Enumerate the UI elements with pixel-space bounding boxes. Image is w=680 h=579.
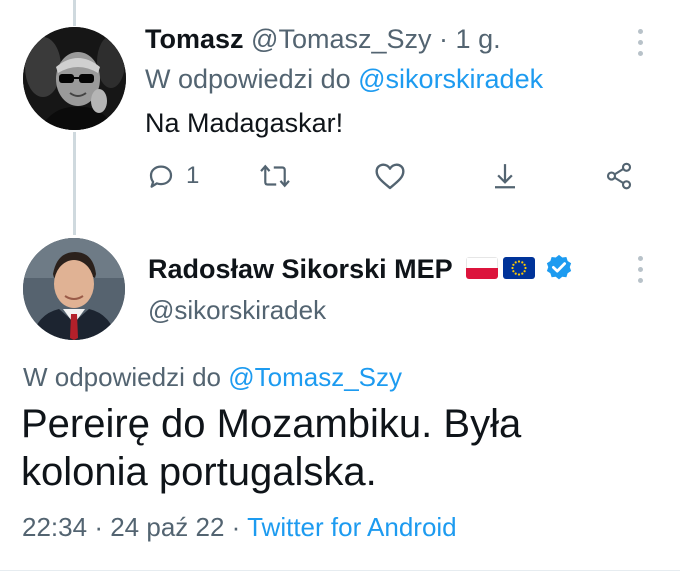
separator: · [231,512,241,542]
tweet-time[interactable]: 22:34 [22,512,87,542]
reply-count: 1 [186,162,200,189]
tweet-source-link[interactable]: Twitter for Android [247,512,457,542]
reply-target-link[interactable]: @sikorskiradek [358,64,543,94]
tweet-time[interactable]: 1 g. [456,24,501,54]
reply-prefix: W odpowiedzi do [145,64,351,94]
reply-tweet-header: Tomasz @Tomasz_Szy · 1 g. [145,24,501,55]
author-name[interactable]: Radosław Sikorski MEP [148,254,453,285]
avatar-photo-icon [23,27,126,130]
separator: · [439,24,449,54]
flag-poland-icon [466,257,498,279]
tweet-text: Pereirę do Mozambiku. Była kolonia portu… [21,400,661,496]
thread-line-top [73,0,76,26]
thread-line-connector [73,132,76,235]
tweet-metadata: 22:34 · 24 paź 22 · Twitter for Android [22,512,457,543]
reply-target-link[interactable]: @Tomasz_Szy [228,362,402,392]
tweet-text: Na Madagaskar! [145,108,344,138]
retweet-button[interactable] [258,160,292,192]
verified-icon[interactable] [544,253,574,288]
reply-button[interactable]: 1 [146,160,199,192]
reply-context: W odpowiedzi do @Tomasz_Szy [23,362,402,393]
separator: · [94,512,103,542]
share-button[interactable] [604,160,634,192]
share-icon [606,162,632,190]
tweet-text-line: Pereirę do Mozambiku. Była [21,402,522,446]
tweet-date[interactable]: 24 paź 22 [110,512,224,542]
more-options-icon[interactable] [636,256,644,283]
reply-icon [149,165,173,188]
bookmark-icon [495,164,515,189]
reply-context: W odpowiedzi do @sikorskiradek [145,64,543,95]
avatar-tomasz[interactable] [23,27,126,130]
divider [0,570,680,571]
tweet-text-line: kolonia portugalska. [21,450,377,494]
bookmark-button[interactable] [490,160,520,192]
avatar-sikorski[interactable] [23,238,125,340]
avatar-photo-icon [23,238,125,340]
like-button[interactable] [374,160,406,192]
author-handle[interactable]: @sikorskiradek [148,295,326,326]
more-options-icon[interactable] [636,29,644,56]
reply-prefix: W odpowiedzi do [23,362,221,392]
author-handle[interactable]: @Tomasz_Szy [251,24,431,54]
flag-eu-icon [503,257,535,279]
like-icon [375,163,405,190]
author-name[interactable]: Tomasz [145,24,244,54]
retweet-icon [260,164,290,188]
